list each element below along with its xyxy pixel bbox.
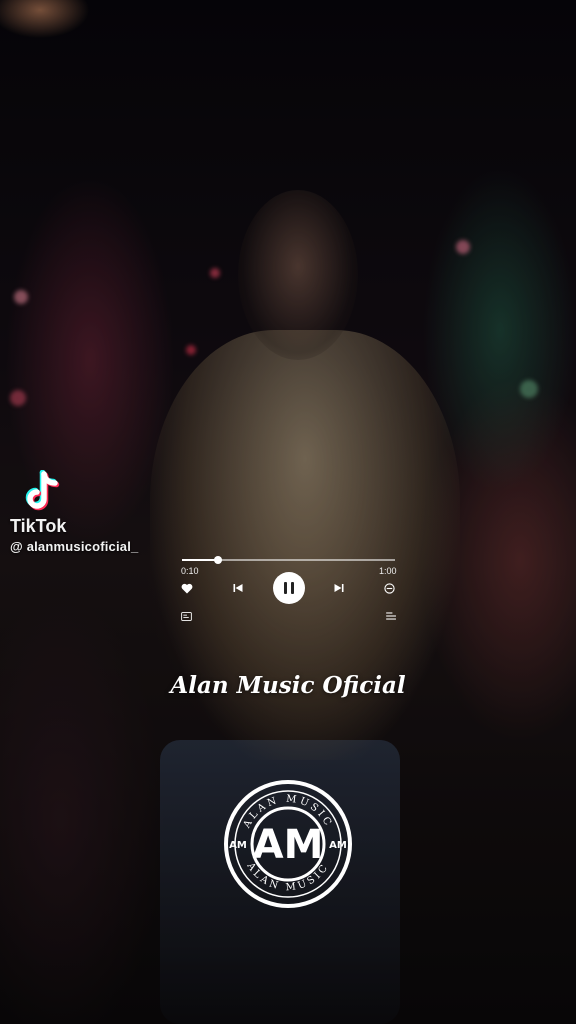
- current-time: 0:10: [181, 566, 199, 576]
- creator-handle[interactable]: @ alanmusicoficial_: [10, 539, 138, 554]
- previous-icon: [233, 584, 243, 592]
- total-time: 1:00: [379, 566, 397, 576]
- logo-side-mark-left: AM: [229, 840, 247, 851]
- alan-music-logo: ALAN MUSIC ALAN MUSIC AM AM AM: [224, 780, 352, 908]
- remove-button[interactable]: [382, 581, 396, 595]
- progress-bar[interactable]: [182, 556, 395, 564]
- logo-side-mark-right: AM: [329, 840, 347, 851]
- minus-circle-icon: [383, 582, 395, 594]
- next-icon: [334, 584, 344, 592]
- previous-button[interactable]: [231, 581, 245, 595]
- like-button[interactable]: [180, 581, 194, 595]
- song-title: Alan Music Oficial: [170, 672, 406, 699]
- playlist-button[interactable]: [384, 610, 398, 622]
- next-button[interactable]: [332, 581, 346, 595]
- tiktok-brand-label: TikTok: [10, 516, 67, 536]
- playlist-icon: [385, 612, 396, 620]
- logo-monogram: AM: [253, 822, 324, 868]
- tiktok-logo-icon: [25, 470, 60, 511]
- heart-icon: [181, 583, 193, 593]
- pause-icon: [282, 582, 296, 594]
- progress-fill: [182, 559, 219, 561]
- lyrics-icon: [180, 611, 192, 621]
- lyrics-button[interactable]: [179, 610, 193, 622]
- pause-button[interactable]: [273, 572, 305, 604]
